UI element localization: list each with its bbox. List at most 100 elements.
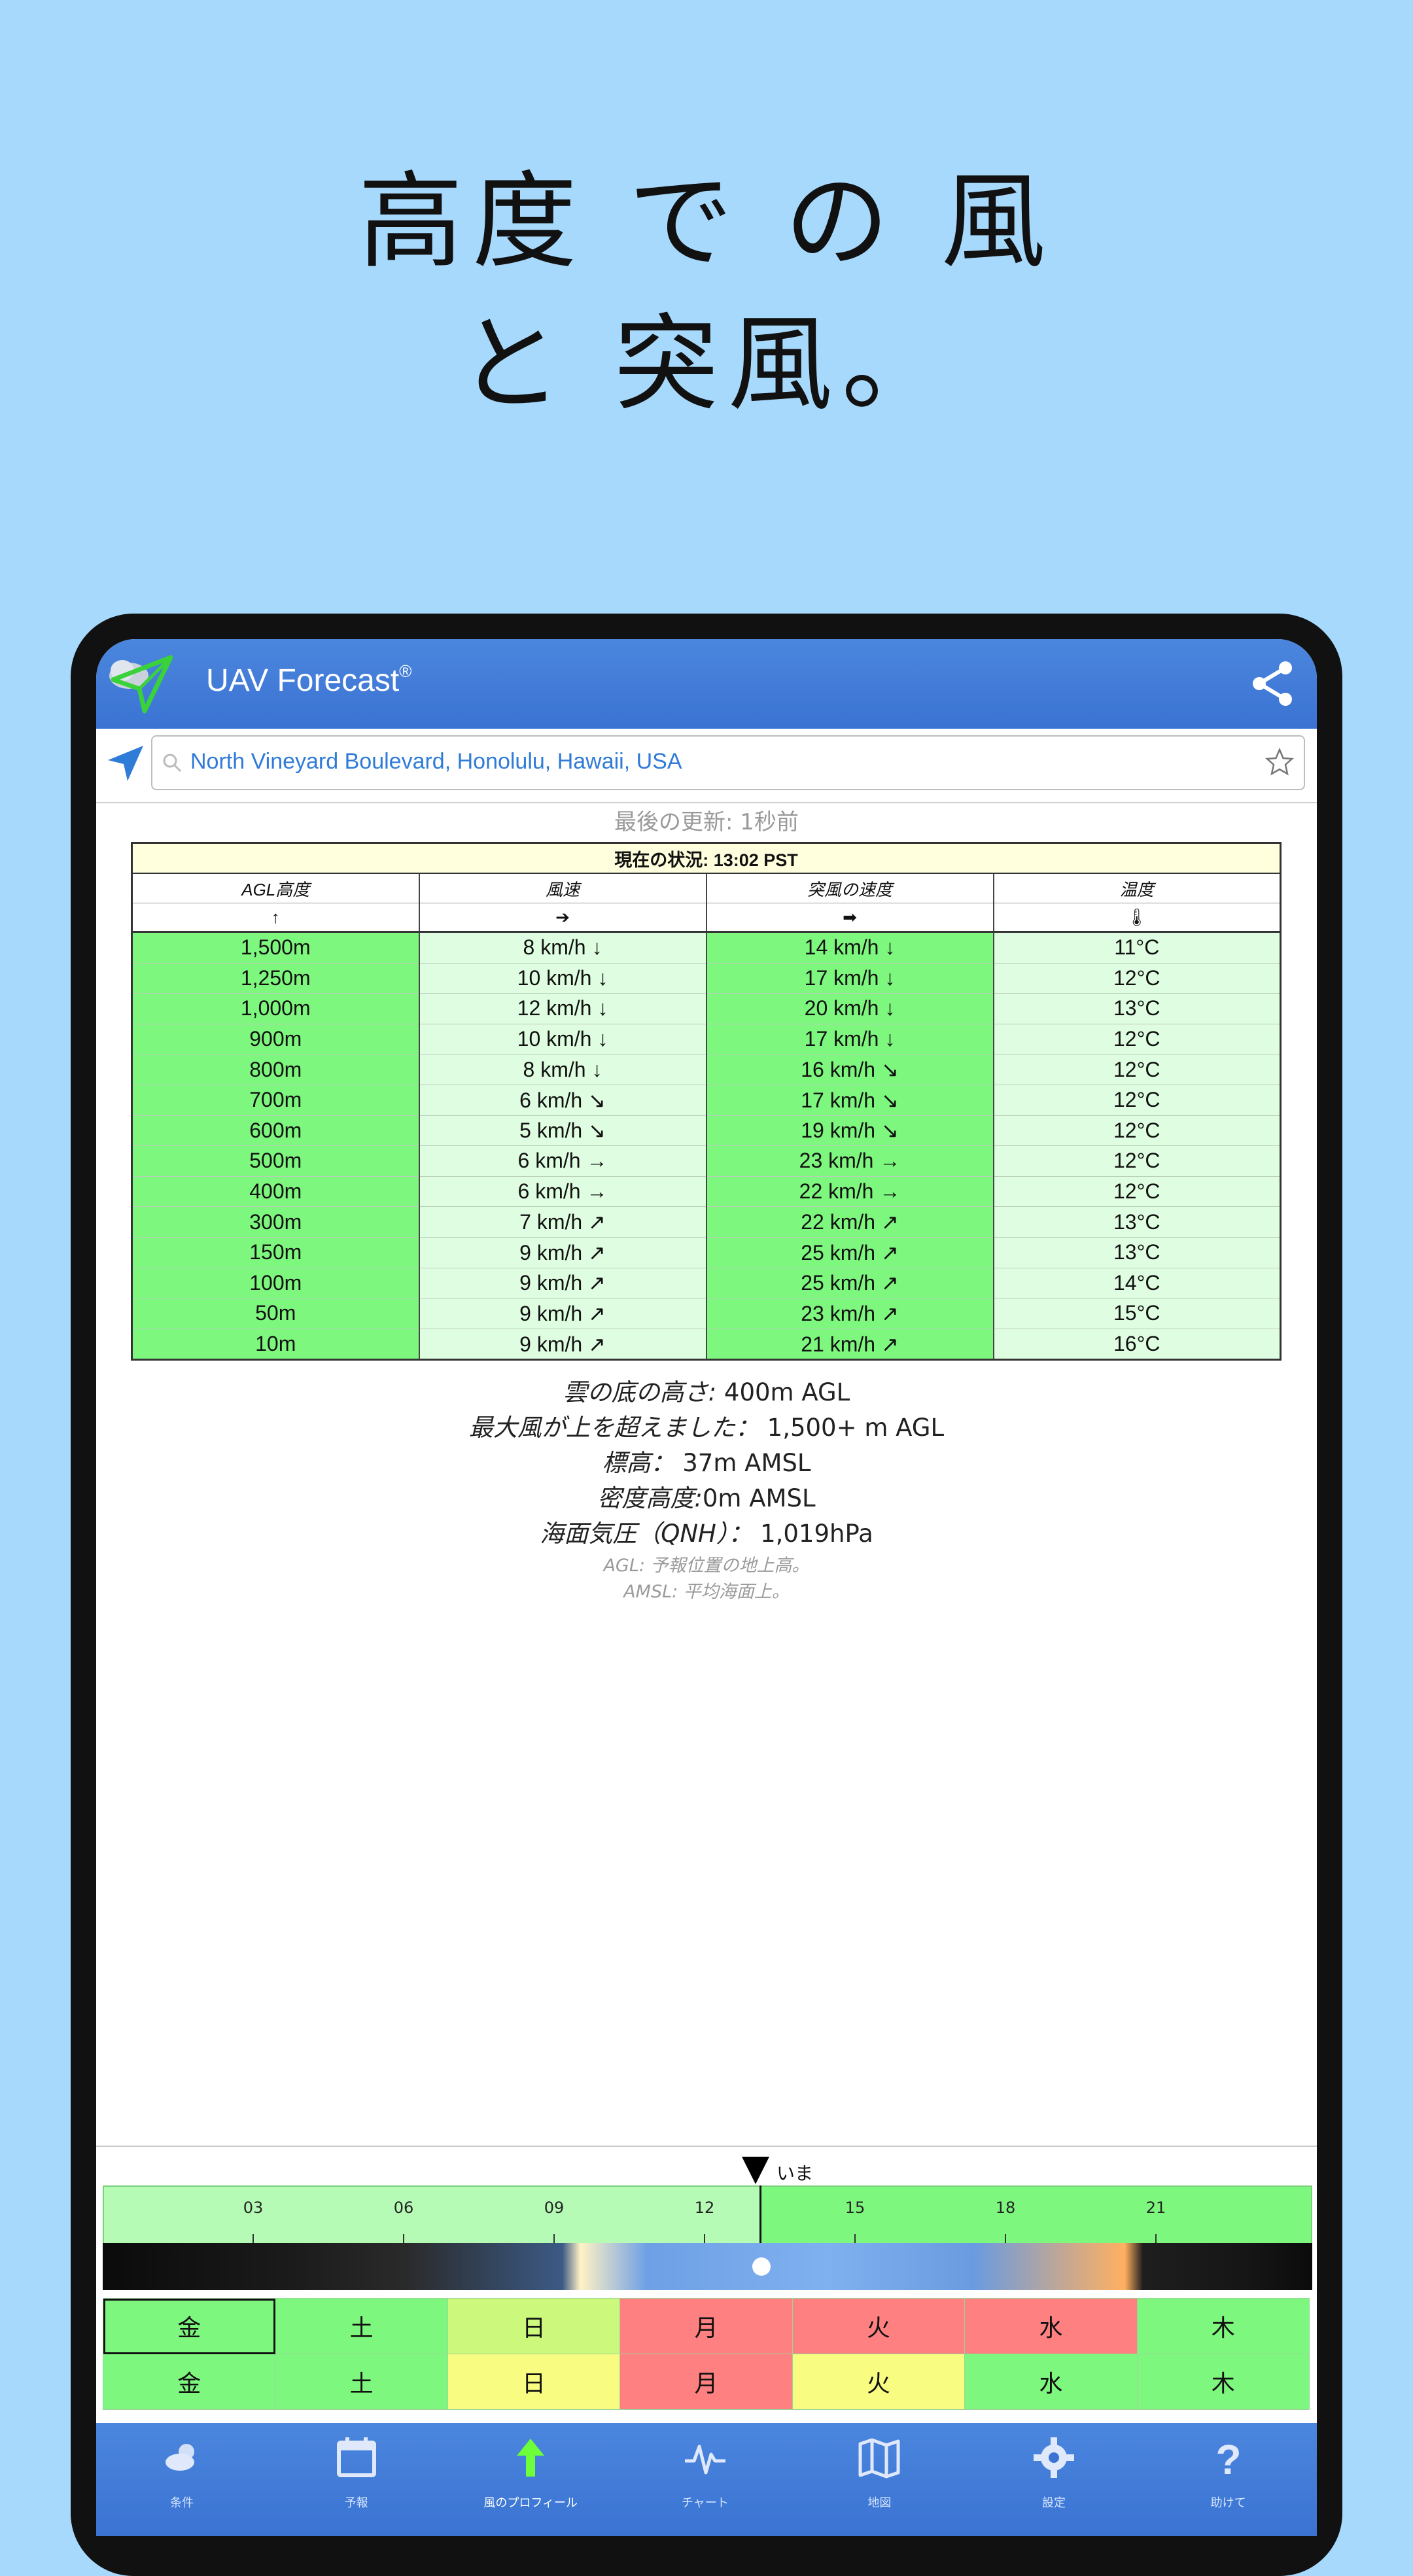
altitude-cell: 400m bbox=[131, 1176, 420, 1208]
day-cell[interactable]: 木 bbox=[1136, 2354, 1310, 2410]
nav-item[interactable]: 風のプロフィール bbox=[445, 2423, 616, 2536]
wind-speed-cell: 6 km/h → bbox=[418, 1145, 707, 1177]
gust-speed-cell: 17 km/h ↘ bbox=[705, 1085, 994, 1116]
temperature-cell: 12°C bbox=[992, 1054, 1282, 1085]
location-search-input[interactable]: North Vineyard Boulevard, Honolulu, Hawa… bbox=[151, 735, 1305, 790]
nav-label: 風のプロフィール bbox=[483, 2496, 578, 2510]
day-cell[interactable]: 土 bbox=[275, 2354, 448, 2410]
max-wind-line: 最大風が上を超えました： 1,500+ m AGL bbox=[468, 1414, 945, 1442]
timeline-past bbox=[104, 2187, 761, 2243]
hour-label: 06 bbox=[393, 2199, 414, 2217]
location-arrow-icon[interactable] bbox=[105, 743, 146, 784]
wind-speed-cell: 10 km/h ↓ bbox=[418, 1024, 707, 1055]
nav-item[interactable]: 設定 bbox=[968, 2423, 1140, 2536]
now-marker-icon bbox=[742, 2157, 769, 2184]
wind-profile-table: 現在の状況: 13:02 PST AGL高度 風速 突風の速度 温度 ↑ ➔ ➡… bbox=[131, 842, 1282, 1361]
temperature-cell: 12°C bbox=[992, 1085, 1282, 1116]
gust-speed-cell: 25 km/h ↗ bbox=[705, 1268, 994, 1299]
svg-text:?: ? bbox=[1215, 2436, 1241, 2480]
conditions-summary: 雲の底の高さ: 400m AGL 最大風が上を超えました： 1,500+ m A… bbox=[96, 1375, 1317, 1607]
bottom-navigation: 条件 予報 風のプロフィール チャート 地図 設定? 助けて bbox=[96, 2423, 1317, 2536]
day-cell[interactable]: 月 bbox=[619, 2354, 793, 2410]
wind-speed-cell: 10 km/h ↓ bbox=[418, 963, 707, 994]
nav-item[interactable]: チャート bbox=[619, 2423, 791, 2536]
map-icon bbox=[858, 2438, 900, 2479]
nav-label: 助けて bbox=[1210, 2496, 1246, 2510]
day-cell[interactable]: 火 bbox=[792, 2354, 966, 2410]
headline-line-1: 高度 で の 風 bbox=[358, 160, 1055, 283]
nav-item[interactable]: 予報 bbox=[271, 2423, 442, 2536]
sun-icon bbox=[752, 2257, 771, 2276]
altitude-cell: 50m bbox=[131, 1298, 420, 1329]
altitude-cell: 900m bbox=[131, 1024, 420, 1055]
day-cell[interactable]: 日 bbox=[447, 2298, 621, 2354]
wind-speed-cell: 7 km/h ↗ bbox=[418, 1206, 707, 1238]
day-cell[interactable]: 金 bbox=[102, 2354, 276, 2410]
table-row: 800m 8 km/h ↓ 16 km/h ↘ 12°C bbox=[131, 1054, 1282, 1085]
temperature-cell: 15°C bbox=[992, 1298, 1282, 1329]
wind-speed-cell: 12 km/h ↓ bbox=[418, 993, 707, 1024]
day-cell[interactable]: 土 bbox=[275, 2298, 448, 2354]
table-row: 50m 9 km/h ↗ 23 km/h ↗ 15°C bbox=[131, 1298, 1282, 1329]
wind-speed-cell: 6 km/h ↘ bbox=[418, 1085, 707, 1116]
nav-item[interactable]: 地図 bbox=[794, 2423, 965, 2536]
wind-arrow-icon: ➔ bbox=[418, 903, 707, 933]
gust-speed-cell: 22 km/h ↗ bbox=[705, 1206, 994, 1238]
day-cell[interactable]: 日 bbox=[447, 2354, 621, 2410]
altitude-cell: 10m bbox=[131, 1329, 420, 1361]
location-bar: North Vineyard Boulevard, Honolulu, Hawa… bbox=[96, 729, 1317, 803]
timeline-now-line bbox=[759, 2185, 761, 2244]
temperature-cell: 12°C bbox=[992, 1115, 1282, 1147]
table-row: 1,500m 8 km/h ↓ 14 km/h ↓ 11°C bbox=[131, 931, 1282, 964]
day-cell[interactable]: 水 bbox=[964, 2354, 1138, 2410]
table-row: 1,250m 10 km/h ↓ 17 km/h ↓ 12°C bbox=[131, 963, 1282, 994]
nav-item[interactable]: 条件 bbox=[96, 2423, 268, 2536]
gust-speed-cell: 17 km/h ↓ bbox=[705, 963, 994, 994]
current-conditions-label: 現在の状況: 13:02 PST bbox=[131, 843, 1282, 874]
cloud-base-line: 雲の底の高さ: 400m AGL bbox=[563, 1378, 850, 1406]
table-row: 400m 6 km/h → 22 km/h → 12°C bbox=[131, 1176, 1282, 1208]
hour-tick bbox=[1005, 2234, 1006, 2243]
gust-speed-cell: 20 km/h ↓ bbox=[705, 993, 994, 1024]
wind-speed-cell: 5 km/h ↘ bbox=[418, 1115, 707, 1147]
header-altitude: AGL高度 bbox=[131, 873, 420, 903]
daylight-bar bbox=[103, 2243, 1312, 2290]
day-cell[interactable]: 水 bbox=[964, 2298, 1138, 2354]
altitude-cell: 1,250m bbox=[131, 963, 420, 994]
app-screen: UAV Forecast® North Vineyard Boulevard, … bbox=[96, 639, 1317, 2536]
hour-tick bbox=[1155, 2234, 1157, 2243]
nav-label: 設定 bbox=[1042, 2496, 1066, 2510]
gust-speed-cell: 16 km/h ↘ bbox=[705, 1054, 994, 1085]
day-cell[interactable]: 金 bbox=[102, 2298, 276, 2354]
favorite-star-icon[interactable] bbox=[1265, 747, 1295, 777]
altitude-cell: 700m bbox=[131, 1085, 420, 1116]
search-icon bbox=[163, 754, 182, 773]
gust-speed-cell: 19 km/h ↘ bbox=[705, 1115, 994, 1147]
day-cell[interactable]: 月 bbox=[619, 2298, 793, 2354]
app-bar: UAV Forecast® bbox=[96, 639, 1317, 729]
now-label: いま bbox=[776, 2163, 814, 2184]
header-temperature: 温度 bbox=[992, 873, 1282, 903]
altitude-cell: 300m bbox=[131, 1206, 420, 1238]
current-conditions-row: 現在の状況: 13:02 PST bbox=[131, 843, 1282, 874]
wind-speed-cell: 8 km/h ↓ bbox=[418, 931, 707, 964]
temperature-cell: 12°C bbox=[992, 963, 1282, 994]
wind-speed-cell: 8 km/h ↓ bbox=[418, 1054, 707, 1085]
density-altitude-line: 密度高度:0m AMSL bbox=[597, 1484, 816, 1512]
header-wind-speed: 風速 bbox=[418, 873, 707, 903]
day-cell[interactable]: 火 bbox=[792, 2298, 966, 2354]
nav-item[interactable]: ? 助けて bbox=[1143, 2423, 1314, 2536]
search-value: North Vineyard Boulevard, Honolulu, Hawa… bbox=[190, 749, 682, 774]
hour-label: 15 bbox=[845, 2199, 865, 2217]
temperature-cell: 13°C bbox=[992, 1237, 1282, 1268]
share-icon[interactable] bbox=[1247, 659, 1297, 708]
day-cell[interactable]: 木 bbox=[1136, 2298, 1310, 2354]
pulse-chart-icon bbox=[684, 2445, 725, 2475]
help-icon: ? bbox=[1215, 2436, 1241, 2480]
day-row: 金土日月火水木 bbox=[102, 2354, 1310, 2410]
temperature-cell: 16°C bbox=[992, 1329, 1282, 1361]
table-row: 10m 9 km/h ↗ 21 km/h ↗ 16°C bbox=[131, 1329, 1282, 1361]
hourly-timeline[interactable]: 03 06 09 12 15 18 21 bbox=[103, 2185, 1312, 2244]
wind-speed-cell: 9 km/h ↗ bbox=[418, 1298, 707, 1329]
table-row: 300m 7 km/h ↗ 22 km/h ↗ 13°C bbox=[131, 1206, 1282, 1238]
